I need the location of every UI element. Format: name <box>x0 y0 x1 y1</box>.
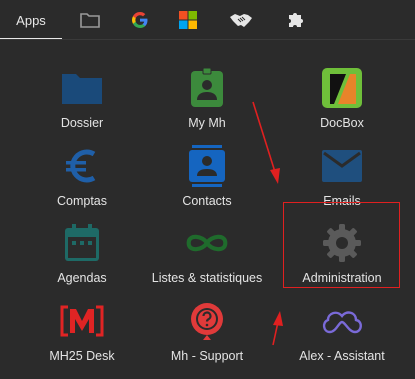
arrow-down-icon <box>252 101 280 184</box>
annotation-arrows <box>252 101 283 346</box>
arrow-up-icon <box>272 311 283 346</box>
